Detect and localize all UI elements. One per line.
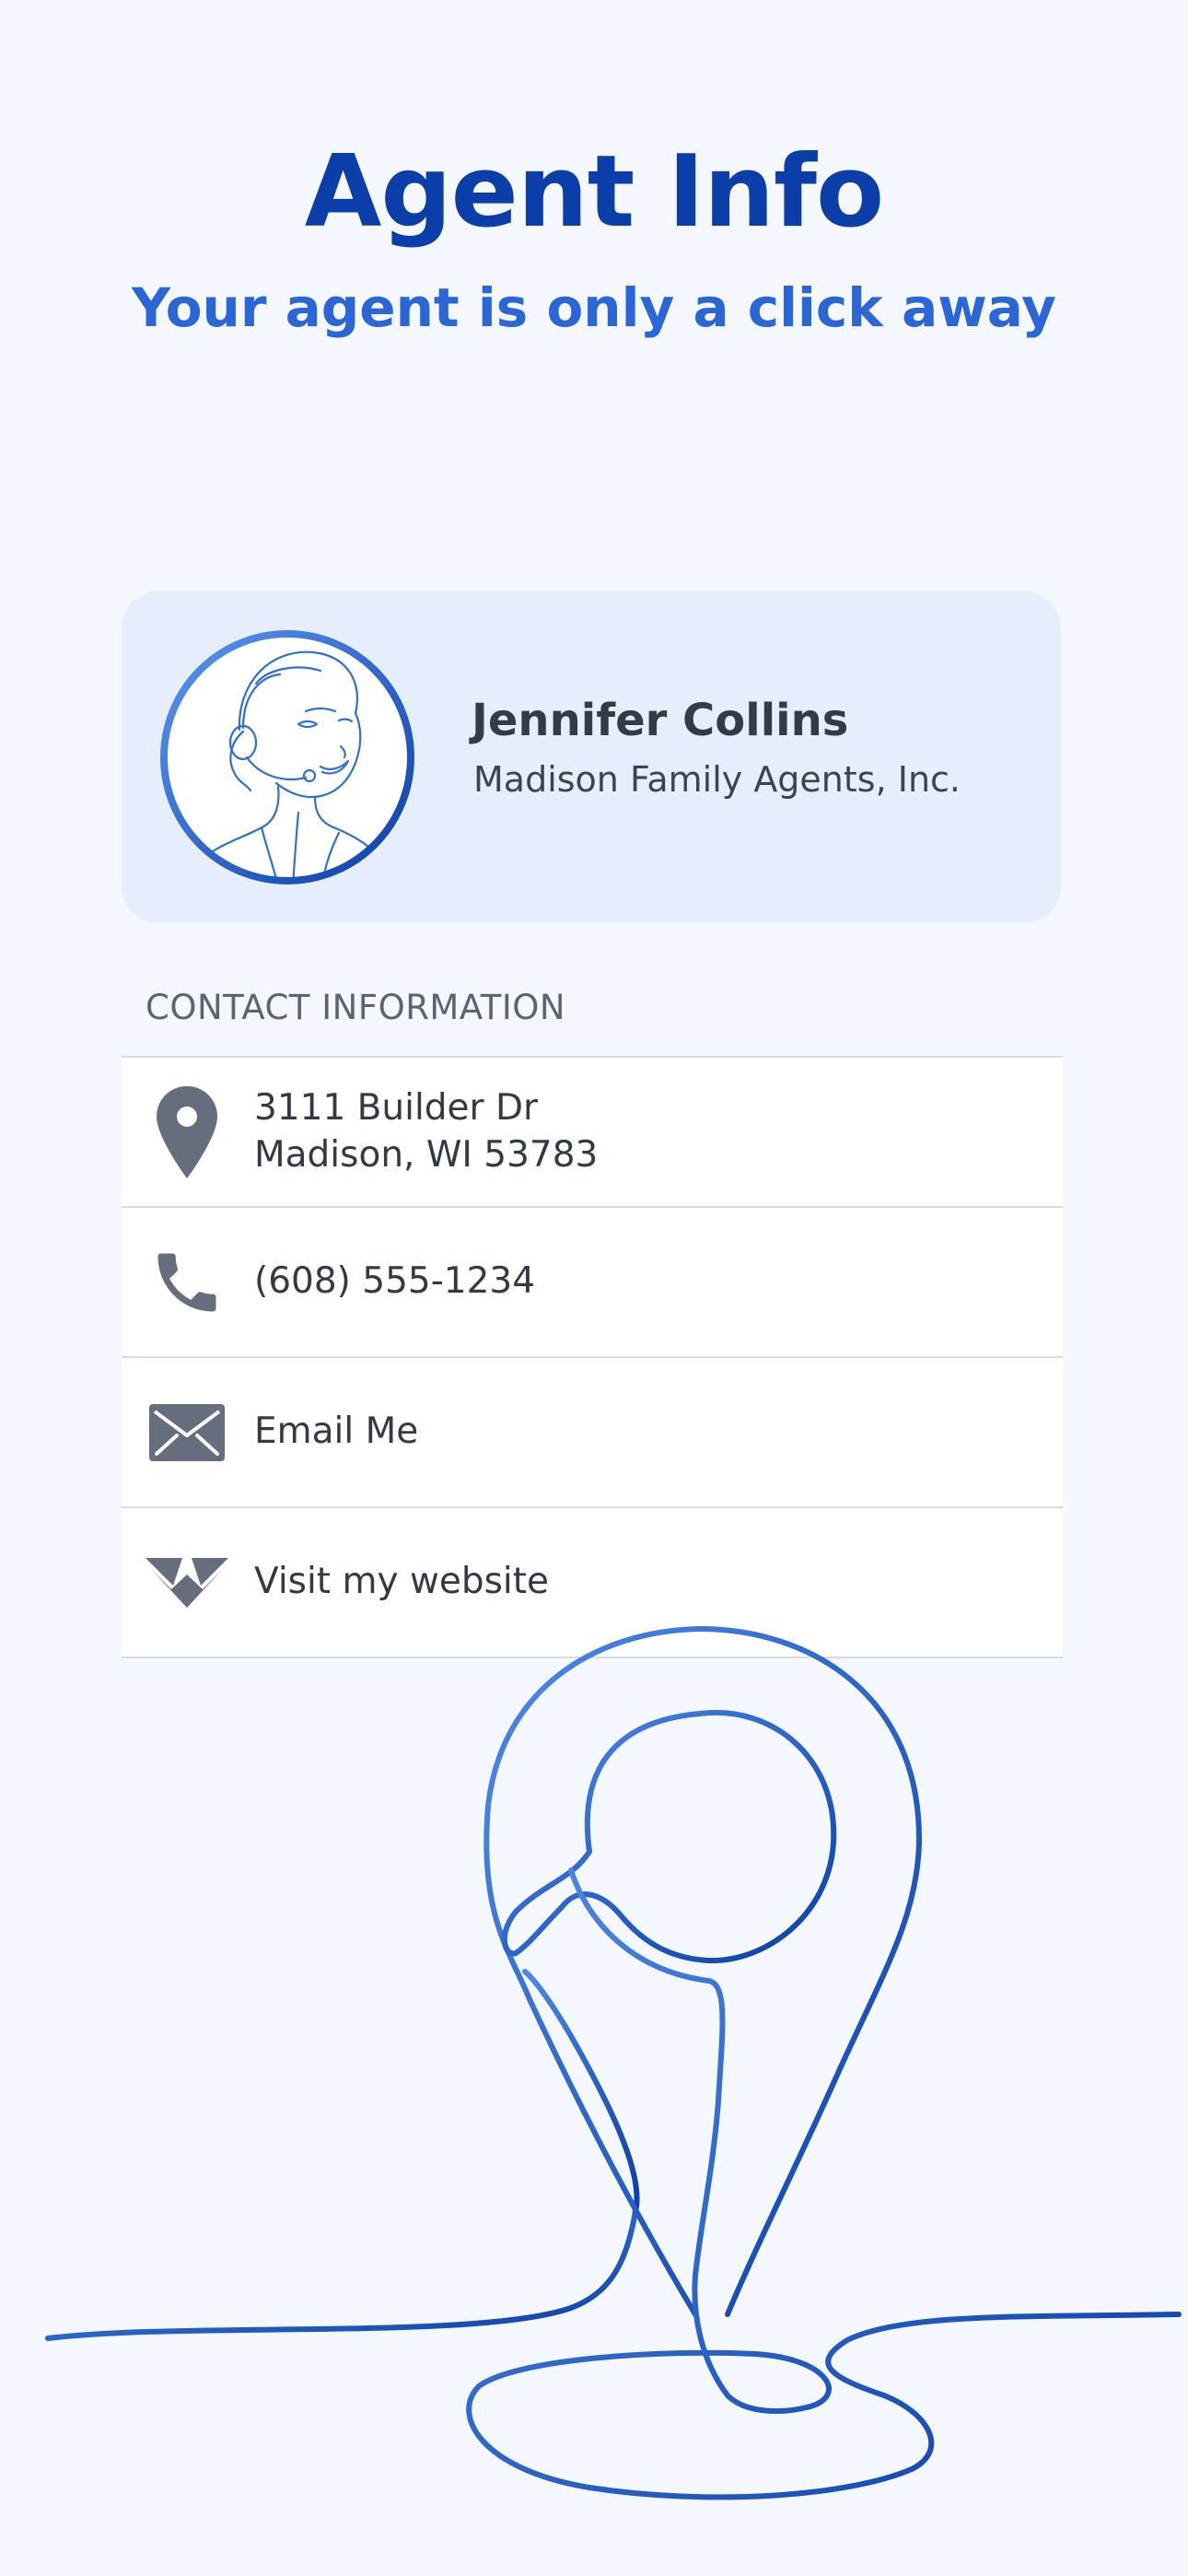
page-subtitle: Your agent is only a click away xyxy=(132,275,1056,339)
email-link: Email Me xyxy=(254,1411,419,1453)
map-pin-icon xyxy=(146,1086,228,1178)
contact-row-phone[interactable]: (608) 555-1234 xyxy=(122,1208,1063,1358)
envelope-icon xyxy=(146,1391,228,1474)
agent-card: Jennifer Collins Madison Family Agents, … xyxy=(122,591,1061,923)
map-pin-line-illustration xyxy=(45,1626,1182,2500)
contact-row-address[interactable]: 3111 Builder Dr Madison, WI 53783 xyxy=(122,1058,1063,1208)
headset-agent-portrait-icon xyxy=(158,628,416,886)
phone-icon xyxy=(146,1241,228,1324)
page-header: Agent Info Your agent is only a click aw… xyxy=(0,135,1188,339)
agent-company: Madison Family Agents, Inc. xyxy=(473,759,961,800)
address-line-2: Madison, WI 53783 xyxy=(254,1133,599,1176)
page-title: Agent Info xyxy=(304,135,885,250)
contact-section-label: CONTACT INFORMATION xyxy=(146,988,566,1027)
agent-name: Jennifer Collins xyxy=(472,695,849,746)
contact-list: 3111 Builder Dr Madison, WI 53783 (608) … xyxy=(122,1056,1063,1658)
address-line-1: 3111 Builder Dr xyxy=(254,1086,539,1129)
contact-row-email[interactable]: Email Me xyxy=(122,1358,1063,1508)
phone-number: (608) 555-1234 xyxy=(254,1260,536,1303)
website-link: Visit my website xyxy=(254,1561,550,1603)
